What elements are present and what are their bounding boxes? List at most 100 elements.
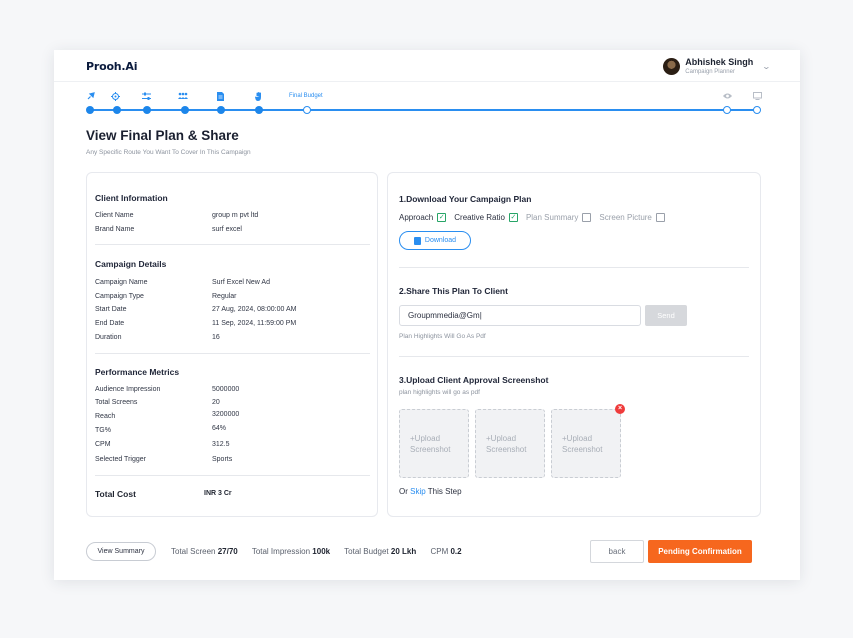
performance-metrics-title: Performance Metrics <box>95 367 180 377</box>
option-approach[interactable]: Approach ✓ <box>399 213 447 222</box>
info-value: 16 <box>212 334 220 341</box>
download-button-label: Download <box>424 237 457 244</box>
upload-label: +Upload <box>562 433 593 443</box>
share-section-title: 2.Share This Plan To Client <box>399 286 508 296</box>
client-info-title: Client Information <box>95 193 168 203</box>
skip-prefix: Or <box>399 487 411 496</box>
info-label: Duration <box>95 334 122 341</box>
info-label: Brand Name <box>95 226 135 233</box>
plan-summary-panel: Client Information Client Name group m p… <box>86 172 378 517</box>
info-row: Brand Name surf excel <box>95 226 365 236</box>
info-value: surf excel <box>212 226 242 233</box>
total-cost-value: INR 3 Cr <box>204 490 232 497</box>
screen-icon[interactable] <box>753 92 762 102</box>
user-name: Abhishek Singh <box>685 56 754 67</box>
email-input[interactable] <box>399 305 641 326</box>
upload-label: +Upload <box>410 433 441 443</box>
total-screen-value: 27/70 <box>217 547 238 556</box>
total-impression-label: Total Impression <box>251 547 311 556</box>
divider <box>95 353 370 354</box>
divider <box>95 244 370 245</box>
chevron-down-icon[interactable]: ⌄ <box>762 62 771 71</box>
info-row: End Date 11 Sep, 2024, 11:59:00 PM <box>95 320 365 330</box>
hand-icon[interactable] <box>255 92 263 103</box>
back-button[interactable]: back <box>590 540 644 563</box>
audience-icon[interactable] <box>178 92 188 102</box>
step-dot-2[interactable] <box>113 106 121 114</box>
upload-screenshot-box[interactable]: +Upload Screenshot <box>551 409 621 478</box>
eye-icon[interactable] <box>723 92 732 102</box>
download-button[interactable]: Download <box>399 231 471 250</box>
step-dot-4[interactable] <box>181 106 189 114</box>
upload-screenshot-box[interactable]: +Upload Screenshot <box>399 409 469 478</box>
cpm-value: 0.2 <box>450 547 462 556</box>
share-note: Plan Highlights Will Go As Pdf <box>399 333 486 340</box>
app-window: Prooh.Ai Abhishek Singh Campaign Planner… <box>54 50 800 580</box>
info-row: Start Date 27 Aug, 2024, 08:00:00 AM <box>95 306 365 316</box>
step-dot-5[interactable] <box>217 106 225 114</box>
target-icon[interactable] <box>111 92 120 103</box>
send-button[interactable]: Send <box>645 305 687 326</box>
option-label: Approach <box>399 213 434 222</box>
step-label-final-budget[interactable]: Final Budget <box>289 93 323 99</box>
option-screen-picture[interactable]: Screen Picture <box>599 213 665 222</box>
pin-icon[interactable] <box>87 92 95 102</box>
checkbox-checked[interactable]: ✓ <box>508 213 518 222</box>
info-row: Client Name group m pvt ltd <box>95 212 365 222</box>
step-dot-3[interactable] <box>143 106 151 114</box>
view-summary-button[interactable]: View Summary <box>86 542 156 561</box>
user-menu[interactable]: Abhishek Singh Campaign Planner ⌄ <box>663 55 771 77</box>
info-value: Regular <box>212 293 237 300</box>
total-budget-value: 20 Lkh <box>390 547 417 556</box>
logo[interactable]: Prooh.Ai <box>86 60 137 73</box>
divider <box>399 267 749 268</box>
remove-icon[interactable]: × <box>615 404 625 414</box>
info-label: Start Date <box>95 306 127 313</box>
info-label: End Date <box>95 320 125 327</box>
step-dot-9[interactable] <box>753 106 761 114</box>
info-row: Total Screens 20 <box>95 399 365 409</box>
info-label: Total Screens <box>95 399 138 406</box>
option-creative-ratio[interactable]: Creative Ratio ✓ <box>454 213 518 222</box>
info-row: Reach 3200000 <box>95 411 365 423</box>
info-value: Sports <box>212 456 233 463</box>
footer-bar: View Summary Total Screen 27/70 Total Im… <box>86 540 756 564</box>
step-dot-final-budget[interactable] <box>303 106 311 114</box>
upload-subtitle: plan highlights will go as pdf <box>399 389 480 396</box>
pending-confirmation-button[interactable]: Pending Confirmation <box>648 540 752 563</box>
option-plan-summary[interactable]: Plan Summary <box>525 213 592 222</box>
info-row: Campaign Type Regular <box>95 293 365 303</box>
skip-link[interactable]: Skip <box>410 487 426 496</box>
info-label: CPM <box>95 441 111 448</box>
document-icon[interactable] <box>217 92 224 103</box>
step-dot-8[interactable] <box>723 106 731 114</box>
skip-suffix: This Step <box>425 487 462 496</box>
checkbox-checked[interactable]: ✓ <box>437 213 447 222</box>
info-value: 312.5 <box>212 441 230 448</box>
download-section-title: 1.Download Your Campaign Plan <box>399 194 532 204</box>
user-role: Campaign Planner <box>685 68 735 75</box>
info-label: Reach <box>95 413 116 420</box>
info-value: Surf Excel New Ad <box>212 279 270 286</box>
step-dot-6[interactable] <box>255 106 263 114</box>
page-title: View Final Plan & Share <box>86 128 239 143</box>
info-row: TG% 64% <box>95 425 365 437</box>
info-row: Duration 16 <box>95 334 365 344</box>
checkbox-unchecked[interactable] <box>655 213 665 222</box>
option-label: Plan Summary <box>525 213 579 222</box>
total-cost-label: Total Cost <box>95 489 136 499</box>
info-value: 11 Sep, 2024, 11:59:00 PM <box>212 320 297 327</box>
sliders-icon[interactable] <box>142 92 151 103</box>
info-value: 27 Aug, 2024, 08:00:00 AM <box>212 306 297 313</box>
option-label: Creative Ratio <box>454 213 505 222</box>
progress-stepper: Final Budget <box>86 92 768 114</box>
checkbox-unchecked[interactable] <box>582 213 592 222</box>
info-value: 3200000 <box>212 411 240 418</box>
total-screen-label: Total Screen <box>171 547 216 556</box>
campaign-details-title: Campaign Details <box>95 259 167 269</box>
upload-screenshot-box[interactable]: +Upload Screenshot <box>475 409 545 478</box>
divider <box>95 475 370 476</box>
upload-label: Screenshot <box>410 444 451 454</box>
step-dot-1[interactable] <box>86 106 94 114</box>
total-budget-label: Total Budget <box>344 547 389 556</box>
